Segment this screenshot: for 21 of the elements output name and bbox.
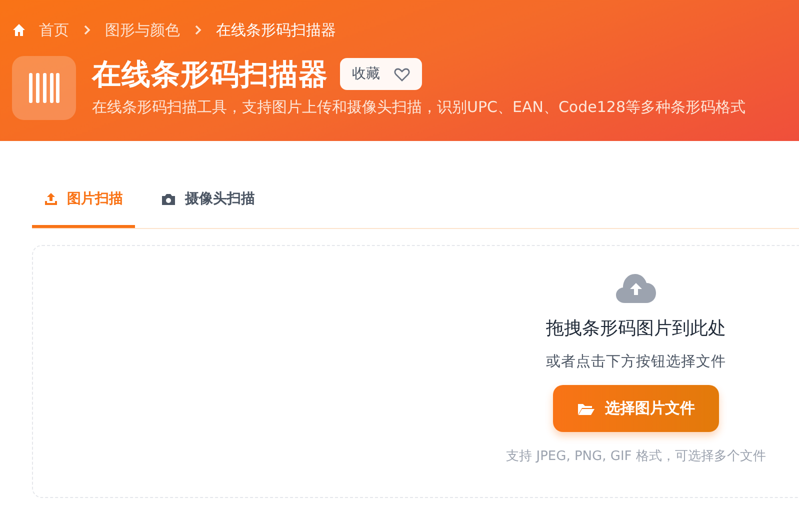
cloud-upload-icon [615,272,657,304]
page-description: 在线条形码扫描工具，支持图片上传和摄像头扫描，识别UPC、EAN、Code128等多种条形码格式 [92,98,746,117]
page-title: 在线条形码扫描器 [92,56,328,92]
breadcrumb-link[interactable]: 图形与颜色 [105,20,180,40]
upload-icon [44,192,58,206]
breadcrumb-link[interactable]: 首页 [39,20,69,40]
folder-icon [577,402,595,416]
file-format-hint: 支持 JPEG, PNG, GIF 格式，可选择多个文件 [506,448,766,465]
home-icon[interactable] [12,23,26,37]
drop-title: 拖拽条形码图片到此处 [546,317,726,340]
camera-icon [161,192,176,206]
drop-zone[interactable]: 拖拽条形码图片到此处 或者点击下方按钮选择文件 选择图片文件 支持 JPEG, PNG, GIF 格式，可选择多个文件 [32,245,799,498]
choose-file-button[interactable]: 选择图片文件 [553,385,719,432]
tab[interactable]: 摄像头扫描 [149,173,267,228]
drop-subtitle: 或者点击下方按钮选择文件 [546,352,726,371]
chevron-icon [82,24,92,36]
heart-icon [394,66,410,82]
barcode-logo-icon [12,56,76,120]
chevron-icon [193,24,203,36]
tab[interactable]: 图片扫描 [32,173,135,228]
favorite-button[interactable]: 收藏 [340,58,422,90]
